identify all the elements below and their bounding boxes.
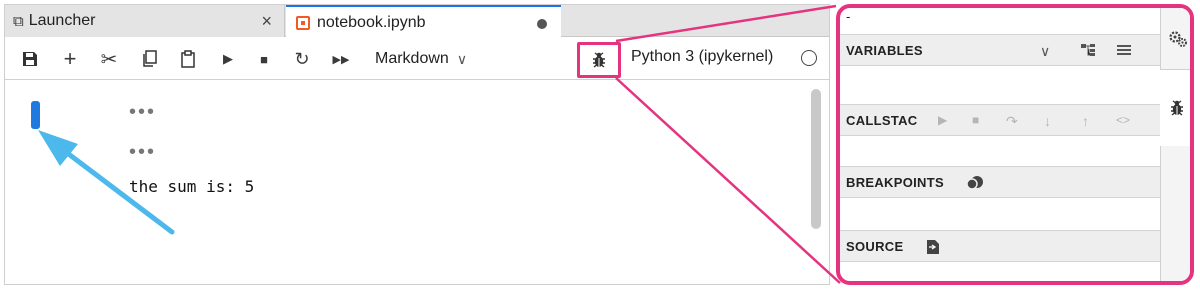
annotation-overlay (38, 4, 841, 284)
arrow-annotation (38, 130, 175, 235)
callout-line-bottom (615, 77, 841, 284)
callout-line-top (615, 4, 837, 43)
